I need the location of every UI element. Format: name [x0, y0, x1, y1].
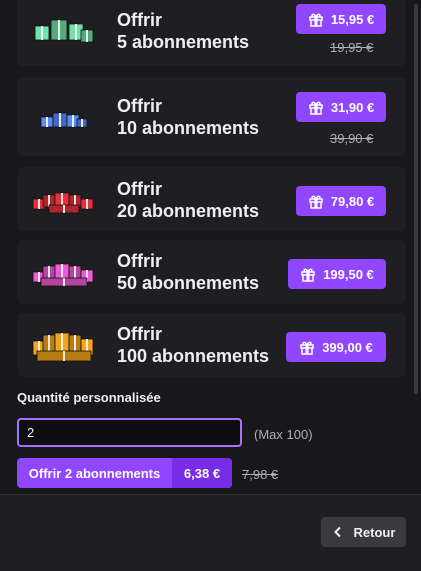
gift-ribbon-shape [38, 272, 40, 282]
price-label: 15,95 € [330, 11, 375, 27]
gift-icon [309, 13, 323, 27]
custom-gift-button[interactable]: Offrir 2 abonnements 6,38 € [17, 458, 232, 488]
offer-50-buy-button[interactable]: 199,50 € [288, 259, 386, 289]
offer-10-buy-button[interactable]: 31,90 € [296, 92, 386, 122]
gift-icon [309, 101, 323, 115]
offer-20-buy-button[interactable]: 79,80 € [296, 186, 386, 216]
gift-ribbon-shape [86, 199, 88, 209]
back-button[interactable]: Retour [321, 517, 406, 547]
offer-line1: Offrir [117, 179, 162, 199]
offer-line1: Offrir [117, 324, 162, 344]
gift-icon [301, 268, 315, 282]
gift-ribbon-shape [41, 26, 43, 40]
price-label: 399,00 € [322, 339, 373, 355]
gift-pile-pink-icon [32, 263, 94, 287]
gift-ribbon-shape [86, 30, 88, 42]
gift-ribbon-shape [81, 119, 83, 127]
offer-line1: Offrir [117, 10, 162, 30]
gift-ribbon-shape [48, 335, 50, 353]
max-hint: (Max 100) [254, 427, 313, 442]
gift-offers-list[interactable]: Offrir 5 abonnements 15,95 € 19,95 € Off… [0, 0, 421, 494]
gift-ribbon-shape [63, 351, 65, 361]
offer-line2: 20 abonnements [117, 201, 260, 221]
gift-ribbon-shape [75, 24, 77, 40]
offer-line2: 10 abonnements [117, 118, 260, 138]
offer-title: Offrir 50 abonnements [117, 250, 259, 294]
footer-bar: Retour [0, 494, 421, 571]
gift-icon [300, 341, 314, 355]
old-price: 39,90 € [330, 131, 374, 146]
custom-gift-price: 6,38 € [172, 458, 232, 488]
offer-line1: Offrir [117, 251, 162, 271]
offer-line1: Offrir [117, 96, 162, 116]
price-label: 199,50 € [323, 266, 374, 282]
custom-quantity-label: Quantité personnalisée [17, 390, 161, 405]
offer-card-10: Offrir 10 abonnements 31,90 € 39,90 € [17, 77, 406, 156]
offer-card-20: Offrir 20 abonnements 79,80 € [17, 167, 406, 231]
gift-pile-gold-icon [32, 332, 94, 362]
offer-title: Offrir 10 abonnements [117, 95, 259, 139]
offer-100-buy-button[interactable]: 399,00 € [286, 332, 386, 362]
offer-line2: 50 abonnements [117, 273, 260, 293]
price-label: 31,90 € [330, 99, 375, 115]
old-price: 19,95 € [330, 40, 374, 55]
offer-card-5: Offrir 5 abonnements 15,95 € 19,95 € [17, 0, 406, 66]
gift-ribbon-shape [74, 335, 76, 353]
gift-ribbon-shape [38, 199, 40, 209]
gift-pile-blue-icon [40, 112, 88, 128]
back-label: Retour [353, 524, 396, 540]
gift-ribbon-shape [63, 205, 65, 213]
price-label: 79,80 € [330, 193, 375, 209]
gift-ribbon-shape [59, 113, 61, 127]
gift-pile-red-icon [32, 192, 94, 214]
gift-ribbon-shape [72, 115, 74, 127]
offer-line2: 5 abonnements [117, 32, 250, 52]
offer-card-50: Offrir 50 abonnements 199,50 € [17, 240, 406, 304]
offer-5-buy-button[interactable]: 15,95 € [296, 4, 386, 34]
custom-gift-label: Offrir 2 abonnements [28, 465, 161, 481]
scrollbar[interactable] [414, 4, 418, 394]
offer-line2: 100 abonnements [117, 346, 270, 366]
custom-old-price: 7,98 € [242, 467, 279, 482]
offer-title: Offrir 100 abonnements [117, 323, 269, 367]
chevron-left-icon [333, 526, 341, 538]
custom-quantity-input[interactable] [17, 418, 242, 447]
offer-card-100: Offrir 100 abonnements 399,00 € [17, 313, 406, 377]
gift-ribbon-shape [61, 333, 63, 353]
offer-title: Offrir 20 abonnements [117, 178, 259, 222]
gift-ribbon-shape [46, 117, 48, 127]
gift-ribbon-shape [58, 20, 60, 40]
offer-title: Offrir 5 abonnements [117, 9, 249, 53]
gift-icon [309, 195, 323, 209]
gift-ribbon-shape [63, 278, 65, 286]
gift-pile-green-icon [34, 19, 94, 43]
